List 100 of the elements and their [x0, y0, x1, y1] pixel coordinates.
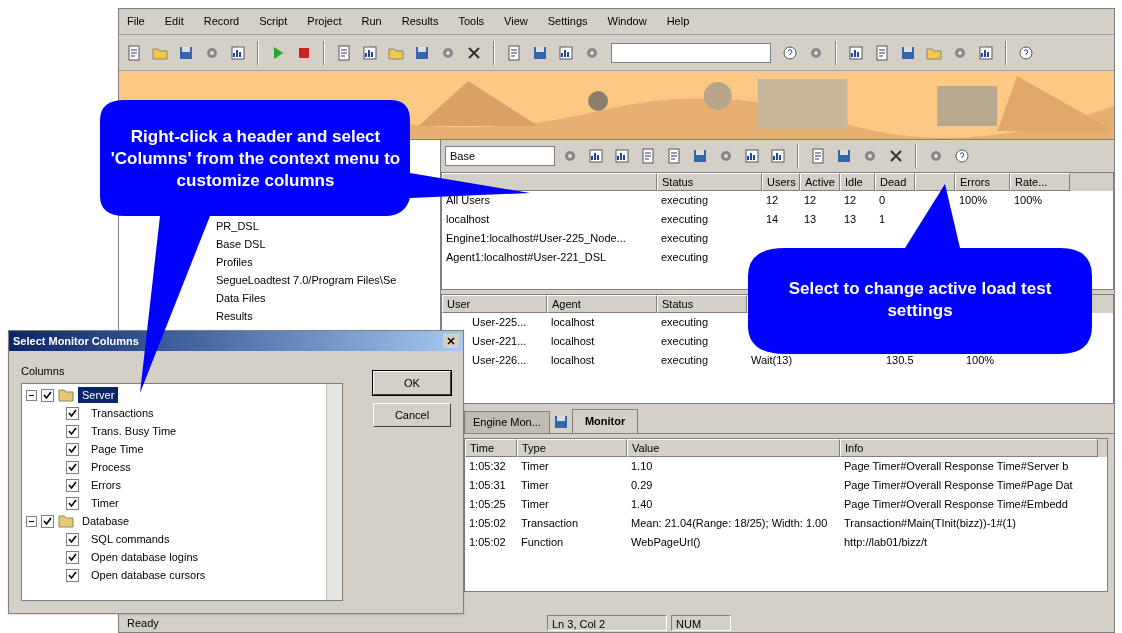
- column-header[interactable]: Type: [517, 439, 627, 457]
- close-button[interactable]: [443, 334, 459, 348]
- gear-icon: [718, 148, 734, 164]
- checkbox[interactable]: [41, 388, 54, 402]
- scrollbar[interactable]: [326, 384, 342, 600]
- menu-item[interactable]: Record: [199, 13, 244, 30]
- checkbox[interactable]: [66, 496, 79, 510]
- checkbox[interactable]: [66, 568, 79, 582]
- checkbox[interactable]: [66, 478, 79, 492]
- gear-icon: [562, 148, 578, 164]
- table-cell-text: http://lab01/bizz/t: [843, 535, 929, 551]
- table-cell-text: 1:05:32: [468, 459, 507, 475]
- table-cell-text: Transaction#Main(TInit(bizz))-1#(1): [843, 516, 1017, 532]
- document-icon: [810, 148, 826, 164]
- tree-item[interactable]: Errors: [87, 476, 125, 494]
- tab[interactable]: Monitor: [571, 409, 639, 433]
- tree-item[interactable]: Open database cursors: [87, 566, 210, 584]
- column-header[interactable]: Time: [465, 439, 517, 457]
- table-cell-text: Engine1:localhost#User-225_Node...: [445, 231, 627, 247]
- help-icon: [782, 44, 798, 61]
- checkbox[interactable]: [66, 532, 79, 546]
- menu-item[interactable]: Help: [662, 13, 694, 30]
- close-icon: [466, 44, 482, 61]
- menu-item[interactable]: Edit: [160, 13, 188, 30]
- tab[interactable]: Engine Mon...: [464, 411, 550, 433]
- column-header[interactable]: Rate...: [1010, 173, 1070, 191]
- column-header[interactable]: [915, 173, 955, 191]
- menu-item[interactable]: View: [500, 13, 532, 30]
- dialog-button[interactable]: Cancel: [373, 403, 451, 427]
- table-cell-text: Page Timer#Overall Response Time#Embedd: [843, 497, 1069, 513]
- tree-item[interactable]: Page Time: [87, 440, 148, 458]
- column-header[interactable]: Agent: [547, 295, 657, 313]
- gear-icon: [928, 148, 944, 164]
- column-header[interactable]: Info: [840, 439, 1098, 457]
- menu-item[interactable]: Tools: [454, 13, 489, 30]
- column-header[interactable]: User: [442, 295, 547, 313]
- tree-item[interactable]: Database: [78, 512, 134, 530]
- checkbox[interactable]: [66, 442, 79, 456]
- column-header[interactable]: Errors: [955, 173, 1010, 191]
- expander[interactable]: [26, 515, 37, 527]
- checkbox[interactable]: [66, 406, 79, 420]
- expander[interactable]: [26, 389, 37, 401]
- table-cell-text: 0.29: [630, 478, 654, 494]
- table-cell-text: executing: [660, 334, 710, 350]
- table-cell-text: Page Timer#Overall Response Time#Page Dat: [843, 478, 1074, 494]
- tree-item[interactable]: Results: [216, 308, 253, 326]
- search-field[interactable]: [611, 42, 771, 63]
- menu-item[interactable]: Settings: [543, 13, 592, 30]
- profile-dropdown[interactable]: Base: [445, 146, 555, 166]
- table-cell-text: executing: [660, 231, 710, 247]
- save-icon: [414, 44, 430, 61]
- column-header[interactable]: Users: [762, 173, 800, 191]
- checkbox[interactable]: [66, 424, 79, 438]
- tree-item[interactable]: SegueLoadtest 7.0/Program Files\Se: [216, 272, 397, 290]
- column-header[interactable]: Dead: [875, 173, 915, 191]
- help-icon: [1018, 44, 1034, 61]
- save-icon: [532, 44, 548, 61]
- tree-item[interactable]: Process: [87, 458, 135, 476]
- table-cell-text: Timer: [520, 459, 550, 475]
- tree-item[interactable]: Base DSL: [216, 236, 266, 254]
- document-icon: [126, 44, 142, 61]
- table-cell-text: 14: [765, 212, 780, 228]
- column-header[interactable]: Status: [657, 173, 762, 191]
- folder-icon: [58, 514, 74, 528]
- folder-icon: [58, 388, 74, 402]
- table-cell-text: 1: [878, 212, 887, 228]
- checkbox[interactable]: [66, 550, 79, 564]
- tree-item[interactable]: Timer: [87, 494, 123, 512]
- dialog-button[interactable]: OK: [373, 371, 451, 395]
- column-header[interactable]: Status: [657, 295, 747, 313]
- table-cell-text: 12: [765, 193, 780, 209]
- tree-item[interactable]: Open database logins: [87, 548, 203, 566]
- menu-item[interactable]: Window: [603, 13, 651, 30]
- menu-item[interactable]: File: [123, 13, 149, 30]
- chart-icon: [558, 44, 574, 61]
- column-header[interactable]: Idle: [840, 173, 875, 191]
- menu-item[interactable]: Project: [303, 13, 346, 30]
- tree-item[interactable]: Data Files: [216, 290, 266, 308]
- table-cell-text: 100%: [1013, 193, 1044, 209]
- checkbox[interactable]: [41, 514, 54, 528]
- tree-item[interactable]: Server: [78, 386, 119, 404]
- help-icon: [954, 148, 970, 164]
- menu-item[interactable]: Script: [255, 13, 292, 30]
- table-cell-text: Wait(13): [750, 353, 794, 369]
- menu-item[interactable]: Results: [397, 13, 443, 30]
- table-cell-text: Transaction: [520, 516, 580, 532]
- tree-item[interactable]: Profiles: [216, 254, 253, 272]
- checkbox[interactable]: [66, 460, 79, 474]
- column-header[interactable]: Active: [800, 173, 840, 191]
- table-cell-text: Timer: [520, 497, 550, 513]
- column-header[interactable]: Value: [627, 439, 840, 457]
- callout-text: Right-click a header and select 'Columns' from the context menu to customize columns: [109, 126, 402, 192]
- tree-item[interactable]: Transactions: [87, 404, 158, 422]
- save-icon: [836, 148, 852, 164]
- menu-item[interactable]: Run: [357, 13, 386, 30]
- tree-item[interactable]: SQL commands: [87, 530, 174, 548]
- group-label: Columns: [21, 364, 66, 379]
- tree-item[interactable]: PR_DSL: [216, 218, 259, 236]
- table-cell-text: 1.10: [630, 459, 654, 475]
- tree-item[interactable]: Trans. Busy Time: [87, 422, 181, 440]
